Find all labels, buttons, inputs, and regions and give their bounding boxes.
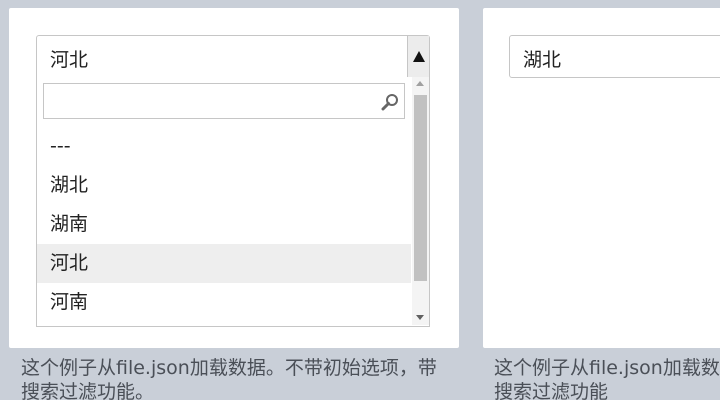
option-item[interactable]: 湖北 [37,166,411,205]
search-input[interactable] [44,84,374,118]
scroll-down-arrow-icon[interactable] [416,315,424,320]
search-icon [381,94,398,111]
selected-value: 河北 [50,49,89,71]
left-demo-caption: 这个例子从file.json加载数据。不带初始选项，带搜索过滤功能。 [21,357,437,400]
dropdown-toggle-button[interactable] [407,36,429,77]
dropdown-list: --- 湖北 湖南 河北 河南 [36,77,430,327]
province-select-right[interactable]: 湖北 [509,35,720,78]
triangle-up-icon [412,51,425,62]
province-select-left[interactable]: 河北 [36,35,430,78]
right-caption-line2: 搜索过滤功能 [494,381,609,400]
option-item[interactable]: 湖南 [37,205,411,244]
right-caption-line1: 这个例子从file.json加载数 [494,357,720,379]
scroll-up-arrow-icon[interactable] [416,81,424,86]
right-demo-caption: 这个例子从file.json加载数 搜索过滤功能 [494,356,720,400]
scrollbar-thumb[interactable] [414,95,427,281]
option-item[interactable]: --- [37,127,411,166]
option-item[interactable]: 河南 [37,283,411,322]
search-box [43,83,405,119]
option-item-highlighted[interactable]: 河北 [37,244,411,283]
dropdown-scrollbar[interactable] [412,77,429,325]
selected-value: 湖北 [523,49,562,71]
